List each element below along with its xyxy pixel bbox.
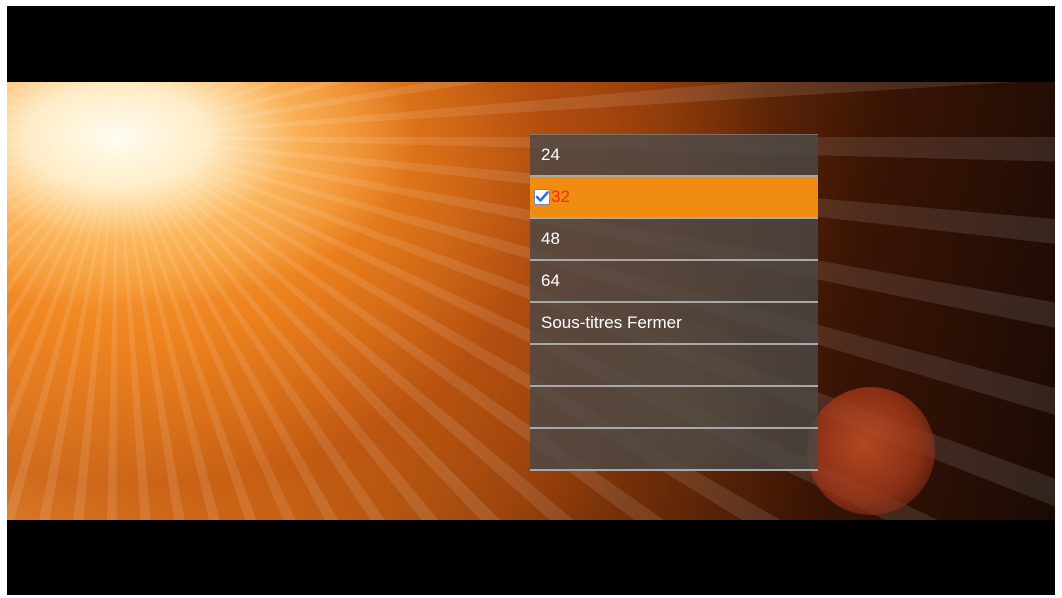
video-frame: 24 32 48 64 Sous-titres Fermer xyxy=(7,6,1055,595)
subtitle-size-menu: 24 32 48 64 Sous-titres Fermer xyxy=(530,134,818,471)
menu-item-empty xyxy=(530,387,818,429)
menu-item-32[interactable]: 32 xyxy=(530,177,818,219)
menu-item-label: 24 xyxy=(541,145,560,164)
menu-item-empty xyxy=(530,345,818,387)
checkbox-checked-icon xyxy=(534,189,550,205)
menu-item-label: Sous-titres Fermer xyxy=(541,313,682,332)
menu-item-label: 64 xyxy=(541,271,560,290)
menu-item-48[interactable]: 48 xyxy=(530,219,818,261)
screen: 24 32 48 64 Sous-titres Fermer xyxy=(0,0,1062,598)
menu-item-label: 32 xyxy=(551,187,570,206)
menu-item-empty xyxy=(530,429,818,471)
menu-item-label: 48 xyxy=(541,229,560,248)
lens-flare-orb xyxy=(807,387,935,515)
menu-item-64[interactable]: 64 xyxy=(530,261,818,303)
menu-item-24[interactable]: 24 xyxy=(530,135,818,177)
menu-item-subtitles-off[interactable]: Sous-titres Fermer xyxy=(530,303,818,345)
